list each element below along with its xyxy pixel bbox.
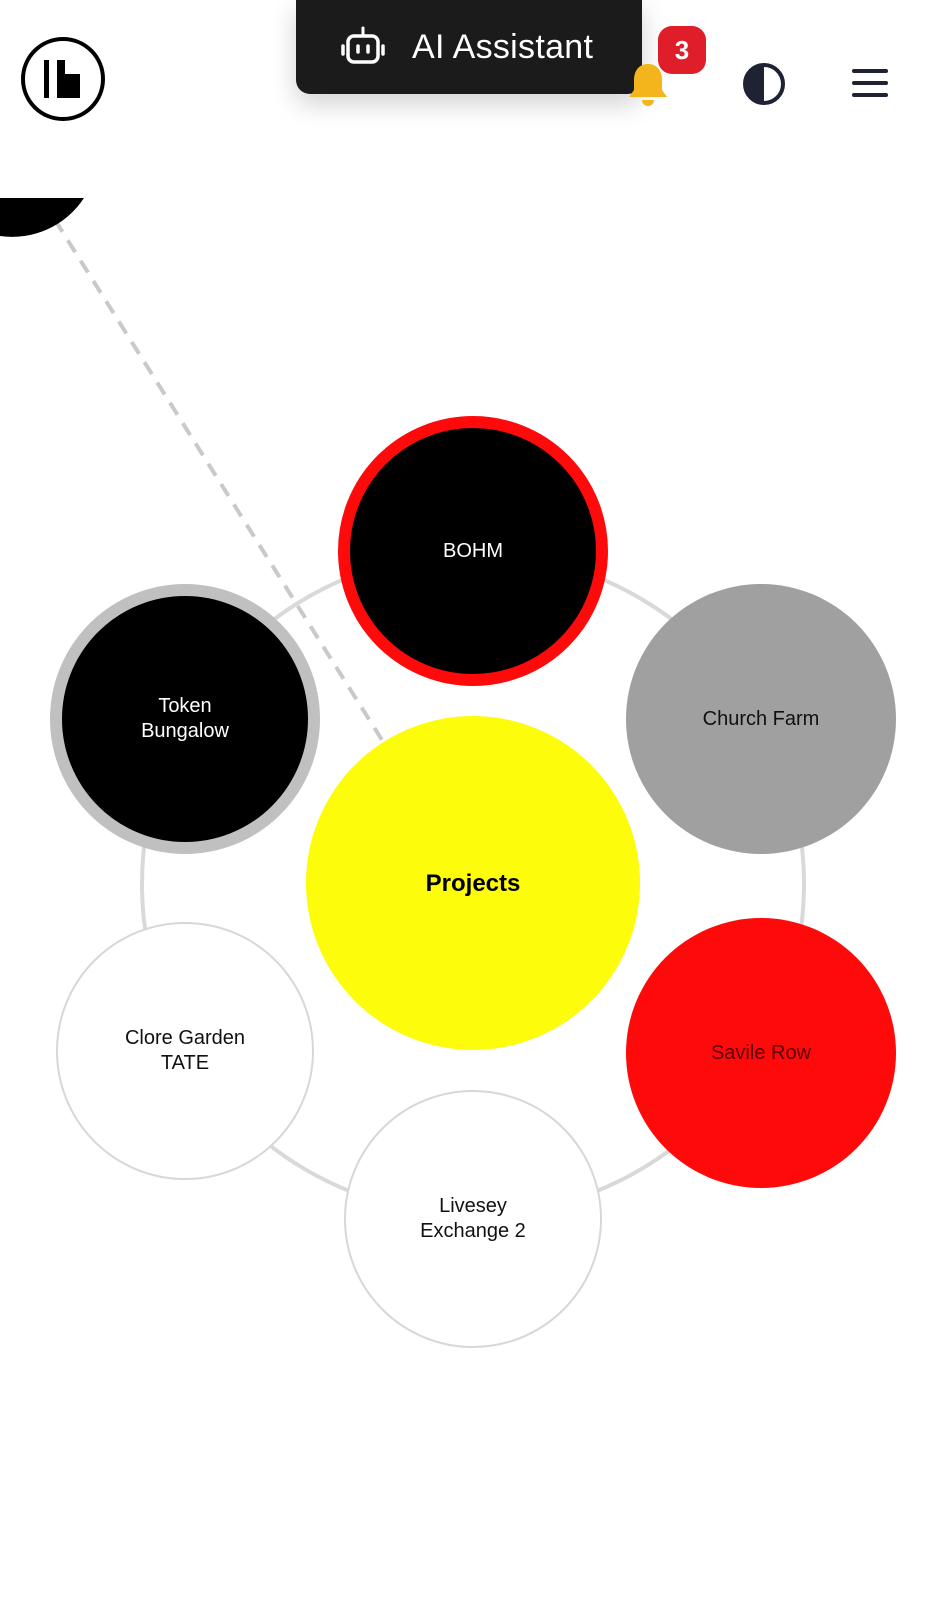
project-node-label: Savile Row [710, 1041, 812, 1064]
project-node-token-bungalow[interactable]: Token Bungalow [50, 584, 320, 854]
parent-node-partial [0, 198, 84, 237]
contrast-icon [743, 63, 785, 105]
project-node-label: Church Farm [702, 707, 820, 730]
project-node-label: BOHM [443, 539, 503, 562]
project-node-clore-garden-tate[interactable]: Clore Garden TATE [56, 922, 314, 1180]
project-node-bohm[interactable]: BOHM [338, 416, 608, 686]
project-node-label: Livesey Exchange 2 [420, 1195, 526, 1242]
project-node-label: Token Bungalow [141, 695, 229, 742]
hamburger-menu-icon [852, 69, 888, 97]
project-node-livesey-exchange-2[interactable]: Livesey Exchange 2 [344, 1090, 602, 1348]
ai-assistant-label: AI Assistant [412, 27, 594, 66]
projects-center-label: Projects [425, 869, 521, 897]
project-node-church-farm[interactable]: Church Farm [626, 584, 896, 854]
hamburger-menu-button[interactable] [851, 64, 889, 102]
project-node-savile-row[interactable]: Savile Row [626, 918, 896, 1188]
brand-logo[interactable] [20, 36, 106, 122]
project-node-label: Clore Garden TATE [124, 1027, 246, 1074]
theme-toggle-button[interactable] [742, 62, 786, 106]
ai-assistant-button[interactable]: AI Assistant [296, 0, 642, 94]
projects-center-node[interactable]: Projects [306, 716, 640, 1050]
logo-mark-icon [21, 37, 105, 121]
notification-count-badge: 3 [658, 26, 706, 74]
robot-icon [341, 26, 385, 64]
